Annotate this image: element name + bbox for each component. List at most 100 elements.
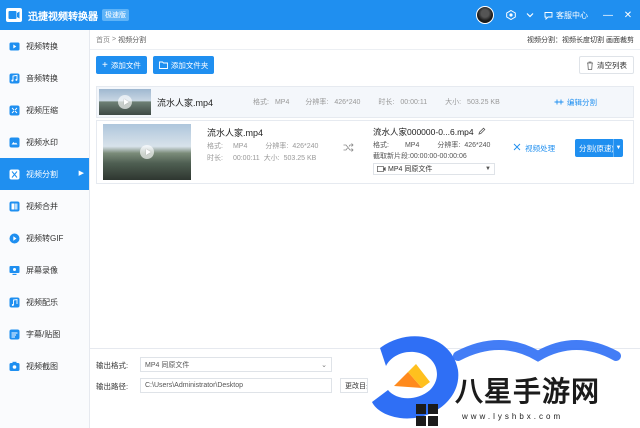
edit-pencil-icon	[478, 127, 486, 135]
split-edit-icon	[554, 99, 564, 105]
sidebar-item-label: 视频转GIF	[26, 233, 64, 243]
list-item[interactable]: 流水人家.mp4 格式: MP4 分辨率: 426*240 时长: 00:00:11 大小…	[96, 120, 634, 184]
service-center-button[interactable]: 客服中心	[544, 10, 588, 21]
resolution-info: 分辨率: 426*240	[305, 99, 361, 106]
sidebar-item-label: 视频截图	[26, 361, 58, 371]
duration-info: 时长: 00:00:11	[378, 99, 428, 106]
chevron-right-icon: ▶	[78, 170, 84, 177]
feature-description: 视频分割：视频长度切割 画面裁剪	[527, 36, 634, 44]
clear-list-label: 清空列表	[597, 60, 627, 70]
sidebar-item-video-merge[interactable]: 视频合并	[0, 190, 89, 222]
app-title: 迅捷视频转换器	[28, 11, 98, 23]
folder-icon	[158, 61, 168, 69]
sidebar-item-label: 字幕/贴图	[26, 329, 61, 339]
output-path-label: 输出路径:	[96, 382, 129, 391]
add-file-button[interactable]: + 添加文件	[96, 56, 147, 74]
video-process-button[interactable]: 视频处理	[513, 143, 555, 154]
breadcrumb-current: 视频分割	[118, 36, 147, 44]
size-info: 大小: 503.25 KB	[445, 99, 500, 106]
add-folder-button[interactable]: 添加文件夹	[152, 56, 215, 74]
edit-split-label: 编辑分割	[567, 97, 597, 107]
sidebar-item-label: 视频分割	[26, 169, 58, 179]
video-thumbnail	[99, 89, 151, 115]
sidebar-item-video-compress[interactable]: 视频压缩	[0, 94, 89, 126]
format-resolution-info: 格式: MP4 分辨率: 426*240	[207, 143, 319, 150]
output-file-name[interactable]: 流水人家000000-0...6.mp4	[373, 126, 486, 138]
breadcrumb-separator: >	[112, 36, 117, 43]
edit-split-button[interactable]: 编辑分割	[554, 97, 597, 108]
breadcrumb: 首页 > 视频分割 视频分割：视频长度切割 画面裁剪	[90, 30, 640, 50]
output-format-dropdown[interactable]: MP4 同原文件 ⌄	[140, 357, 332, 372]
sidebar-item-subtitle-sticker[interactable]: 字幕/贴图	[0, 318, 89, 350]
sidebar-item-video-convert[interactable]: 视频转换	[0, 30, 89, 62]
edition-badge: 极速版	[102, 9, 129, 21]
video-watermark-icon	[8, 136, 20, 148]
sidebar-item-audio-convert[interactable]: 音频转换	[0, 62, 89, 94]
plus-icon: +	[102, 59, 108, 71]
video-gif-icon	[8, 232, 20, 244]
sidebar-item-label: 视频水印	[26, 137, 58, 147]
video-convert-icon	[8, 40, 20, 52]
sidebar-item-label: 视频配乐	[26, 297, 58, 307]
watermark-url: www.lyshbx.com	[462, 412, 564, 421]
video-thumbnail	[103, 124, 191, 180]
audio-convert-icon	[8, 72, 20, 84]
app-logo-icon	[6, 8, 22, 22]
split-button[interactable]: 分割(原速) ▼	[575, 139, 623, 157]
sidebar: 视频转换 音频转换 视频压缩 视频水印 视频分割 ▶ 视频合并 视频转GIF 屏…	[0, 30, 90, 428]
change-directory-button[interactable]: 更改目录	[340, 378, 368, 393]
split-dropdown-icon[interactable]: ▼	[613, 139, 623, 157]
output-path-input[interactable]: C:\Users\Administrator\Desktop	[140, 378, 332, 393]
sidebar-item-label: 音频转换	[26, 73, 58, 83]
convert-arrow-icon	[343, 143, 354, 155]
sidebar-item-video-watermark[interactable]: 视频水印	[0, 126, 89, 158]
service-center-label: 客服中心	[556, 10, 588, 20]
video-music-icon	[8, 296, 20, 308]
play-icon[interactable]	[140, 145, 154, 159]
output-format-select[interactable]: MP4 同原文件 ▼	[373, 163, 495, 175]
file-name: 流水人家.mp4	[157, 97, 214, 108]
sidebar-item-video-screenshot[interactable]: 视频截图	[0, 350, 89, 382]
chat-icon	[544, 11, 553, 20]
vip-icon[interactable]	[506, 10, 516, 20]
toolbar: + 添加文件 添加文件夹 清空列表	[90, 50, 640, 80]
video-screenshot-icon	[8, 360, 20, 372]
watermark-text: 八星手游网	[455, 376, 601, 407]
sidebar-item-screen-record[interactable]: 屏幕录像	[0, 254, 89, 286]
close-button[interactable]: ✕	[620, 7, 636, 23]
video-split-icon	[8, 168, 20, 180]
video-format-icon	[377, 166, 386, 172]
video-merge-icon	[8, 200, 20, 212]
play-icon[interactable]	[118, 95, 132, 109]
sidebar-item-label: 视频转换	[26, 41, 58, 51]
cut-range-info: 截取新片段:00:00:00-00:00:06	[373, 153, 467, 160]
sidebar-item-label: 视频压缩	[26, 105, 58, 115]
video-compress-icon	[8, 104, 20, 116]
menu-dropdown-icon[interactable]	[526, 11, 534, 19]
chevron-down-icon: ⌄	[321, 361, 327, 369]
duration-size-info: 时长: 00:00:11 大小: 503.25 KB	[207, 155, 317, 162]
output-format-label: 输出格式:	[96, 361, 129, 370]
sidebar-item-video-gif[interactable]: 视频转GIF	[0, 222, 89, 254]
sidebar-item-label: 屏幕录像	[26, 265, 58, 275]
format-info: 格式: MP4	[253, 99, 290, 106]
clear-list-button[interactable]: 清空列表	[579, 56, 634, 74]
sidebar-item-label: 视频合并	[26, 201, 58, 211]
trash-icon	[587, 61, 593, 70]
file-name: 流水人家.mp4	[207, 128, 264, 138]
title-bar: 迅捷视频转换器 极速版 客服中心 — ✕	[0, 0, 640, 30]
subtitle-sticker-icon	[8, 328, 20, 340]
breadcrumb-home[interactable]: 首页	[96, 35, 110, 45]
add-folder-label: 添加文件夹	[170, 60, 209, 70]
user-avatar[interactable]	[476, 6, 494, 24]
list-item[interactable]: 流水人家.mp4 格式: MP4 分辨率: 426*240 时长: 00:00:11 …	[96, 86, 634, 118]
sidebar-item-video-split[interactable]: 视频分割 ▶	[0, 158, 89, 190]
scissors-icon	[513, 143, 521, 151]
site-watermark: 八星手游网 www.lyshbx.com	[370, 330, 640, 428]
minimize-button[interactable]: —	[600, 7, 616, 23]
chevron-down-icon: ▼	[485, 166, 491, 172]
sidebar-item-video-music[interactable]: 视频配乐	[0, 286, 89, 318]
screen-record-icon	[8, 264, 20, 276]
add-file-label: 添加文件	[110, 60, 141, 70]
output-format-info: 格式: MP4 分辨率: 426*240	[373, 142, 491, 149]
